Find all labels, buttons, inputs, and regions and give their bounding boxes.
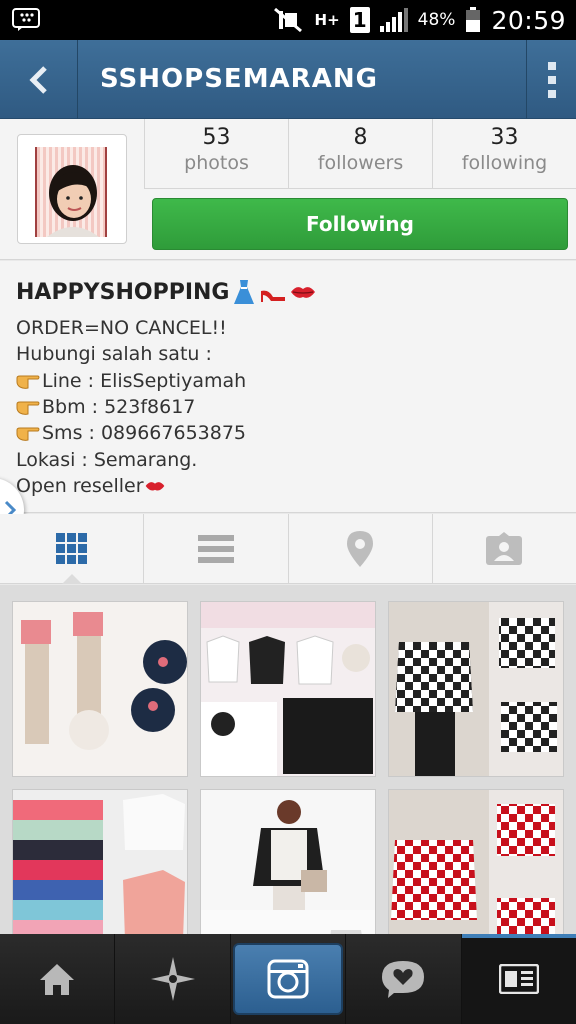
nav-camera[interactable] bbox=[231, 934, 347, 1024]
followers-label: followers bbox=[317, 152, 404, 174]
battery-icon bbox=[466, 7, 481, 32]
avatar-photo bbox=[35, 147, 107, 237]
following-label: following bbox=[461, 152, 548, 174]
back-arrow-icon bbox=[28, 65, 47, 94]
photos-count: 53 bbox=[202, 125, 231, 150]
tagged-photos-icon bbox=[486, 531, 523, 565]
grid-icon bbox=[55, 532, 87, 564]
explore-icon bbox=[150, 957, 195, 1001]
profile-view-tabs bbox=[0, 514, 576, 584]
nav-explore[interactable] bbox=[115, 934, 231, 1024]
back-button[interactable] bbox=[0, 40, 78, 119]
bio-line: Open reseller bbox=[16, 473, 560, 499]
camera-button[interactable] bbox=[233, 943, 344, 1015]
home-icon bbox=[40, 964, 75, 995]
bio-line: Sms : 089667653875 bbox=[16, 420, 560, 446]
following-button[interactable]: Following bbox=[152, 198, 568, 250]
bio-line: Hubungi salah satu : bbox=[16, 343, 212, 366]
photos-label: photos bbox=[184, 152, 249, 174]
following-count: 33 bbox=[490, 125, 519, 150]
profile-stats: 53 photos 8 followers 33 following bbox=[144, 119, 576, 189]
photo-thumbnail[interactable] bbox=[388, 601, 564, 777]
bio-name-row: HAPPYSHOPPING bbox=[16, 279, 560, 305]
bio-line: ORDER=NO CANCEL!! bbox=[16, 317, 227, 340]
activity-icon bbox=[382, 961, 425, 998]
profile-username: SSHOPSEMARANG bbox=[100, 64, 378, 94]
photo-thumbnail[interactable] bbox=[200, 789, 376, 934]
bio-name: HAPPYSHOPPING bbox=[16, 279, 230, 305]
heels-emoji-icon bbox=[261, 290, 286, 302]
photo-grid bbox=[0, 585, 576, 934]
nav-activity[interactable] bbox=[346, 934, 462, 1024]
muted-icon bbox=[273, 7, 302, 33]
menu-dot-icon bbox=[547, 75, 556, 84]
followers-count: 8 bbox=[353, 125, 368, 150]
menu-dot-icon bbox=[547, 89, 556, 98]
following-stat[interactable]: 33 following bbox=[433, 119, 576, 189]
bio-text: ORDER=NO CANCEL!! Hubungi salah satu : L… bbox=[16, 315, 560, 499]
nav-home[interactable] bbox=[0, 934, 116, 1024]
bottom-navigation bbox=[0, 934, 576, 1024]
photo-thumbnail[interactable] bbox=[12, 601, 188, 777]
photo-thumbnail[interactable] bbox=[12, 789, 188, 934]
pointing-hand-icon bbox=[16, 375, 40, 389]
menu-dot-icon bbox=[547, 61, 556, 70]
lips-emoji-icon bbox=[291, 287, 316, 298]
tab-grid[interactable] bbox=[0, 514, 145, 584]
pointing-hand-icon bbox=[16, 427, 40, 442]
profile-bio: HAPPYSHOPPING ORDER=NO CANCEL!! Hubungi … bbox=[0, 261, 576, 513]
battery-percent: 48% bbox=[417, 10, 456, 30]
bio-line: Lokasi : Semarang. bbox=[16, 448, 198, 471]
signal-icon bbox=[379, 8, 408, 32]
network-type-text: H+ bbox=[314, 10, 340, 29]
photo-thumbnail[interactable] bbox=[388, 789, 564, 934]
photos-stat[interactable]: 53 photos bbox=[145, 119, 289, 189]
photo-thumbnail[interactable] bbox=[200, 601, 376, 777]
location-pin-icon bbox=[347, 530, 374, 567]
followers-stat[interactable]: 8 followers bbox=[289, 119, 433, 189]
clock: 20:59 bbox=[491, 5, 566, 35]
tab-map[interactable] bbox=[289, 514, 433, 583]
bio-line: Bbm : 523f8617 bbox=[16, 394, 560, 420]
camera-icon bbox=[267, 959, 309, 999]
bbm-notification-icon bbox=[12, 8, 40, 31]
lips-emoji-icon bbox=[145, 482, 164, 491]
tab-list[interactable] bbox=[144, 514, 289, 583]
nav-profile[interactable] bbox=[461, 934, 576, 1024]
bio-line: Line : ElisSeptiyamah bbox=[16, 368, 560, 394]
profile-header-bar: SSHOPSEMARANG bbox=[0, 40, 576, 119]
profile-news-icon bbox=[498, 964, 539, 994]
overflow-menu-button[interactable] bbox=[526, 40, 576, 119]
list-icon bbox=[197, 534, 234, 563]
avatar[interactable] bbox=[17, 134, 127, 244]
dress-emoji-icon bbox=[234, 280, 255, 304]
profile-summary: 53 photos 8 followers 33 following Follo… bbox=[0, 119, 576, 260]
pointing-hand-icon bbox=[16, 401, 40, 415]
tab-tagged[interactable] bbox=[433, 514, 576, 583]
sim-indicator: 1 bbox=[349, 7, 370, 33]
status-bar: H+ 1 48% 20:59 bbox=[0, 0, 576, 40]
